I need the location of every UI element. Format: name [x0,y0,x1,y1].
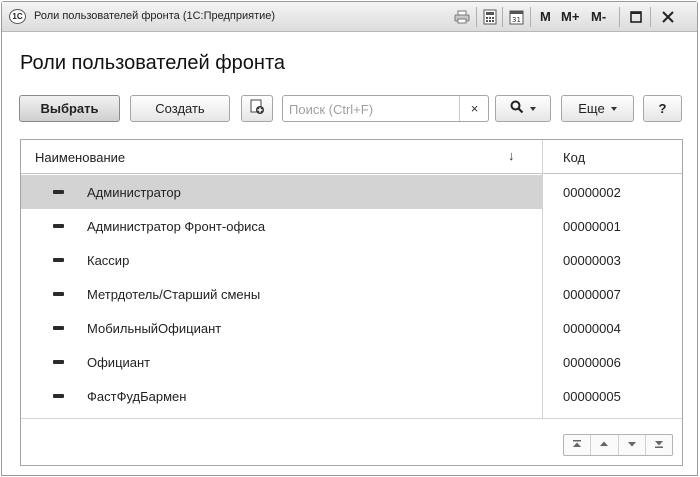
copy-button[interactable] [241,95,273,122]
table-divider [21,418,682,419]
calendar-icon[interactable]: 31 [507,8,525,26]
cell-name: Метрдотель/Старший смены [87,287,261,302]
table-row[interactable]: МобильныйОфициант 00000004 [21,311,682,345]
search-field[interactable]: × [282,95,489,122]
table-row[interactable]: Кассир 00000003 [21,243,682,277]
cell-code: 00000004 [563,321,621,336]
create-button[interactable]: Создать [130,95,230,122]
table-row[interactable]: Администратор Фронт-офиса 00000001 [21,209,682,243]
toolbar-separator [476,7,477,27]
cell-name: Официант [87,355,151,370]
table-row[interactable]: ФастФудБармен 00000005 [21,379,682,413]
app-window: 1С Роли пользователей фронта (1С:Предпри… [1,1,698,476]
toolbar-separator [502,7,503,27]
cell-code: 00000005 [563,389,621,404]
nav-up-icon [599,436,609,454]
calculator-icon[interactable] [481,8,499,26]
restore-window-icon[interactable] [627,8,645,26]
title-bar: 1С Роли пользователей фронта (1С:Предпри… [2,2,697,32]
sort-down-icon: ↓ [508,148,515,163]
cell-code: 00000002 [543,175,682,209]
catalog-item-icon [53,326,64,330]
cell-name: Администратор Фронт-офиса [87,219,266,234]
nav-down-icon [627,436,637,454]
help-button[interactable]: ? [643,95,682,122]
window-title: Роли пользователей фронта (1С:Предприяти… [34,10,276,22]
nav-first-button[interactable] [564,435,592,455]
memory-minus-button[interactable]: M- [591,9,606,24]
search-input[interactable] [289,100,449,118]
catalog-item-icon [53,190,64,194]
search-icon [510,100,524,117]
cell-code: 00000006 [563,355,621,370]
nav-last-icon [654,436,664,454]
memory-plus-button[interactable]: M+ [561,9,579,24]
search-options-button[interactable] [495,95,551,122]
more-label: Еще [578,101,605,116]
cell-name: ФастФудБармен [87,389,187,404]
cell-code: 00000007 [563,287,621,302]
cell-name: МобильныйОфициант [87,321,222,336]
search-clear-button[interactable]: × [459,96,489,121]
svg-text:31: 31 [512,16,521,24]
table-row[interactable]: Администратор 00000002 [21,175,682,209]
table-navigation [563,434,673,456]
page-title: Роли пользователей фронта [20,52,286,74]
toolbar-separator [530,7,531,27]
nav-down-button[interactable] [619,435,646,455]
catalog-item-icon [53,292,64,296]
cell-code: 00000001 [563,219,621,234]
toolbar-separator [650,7,651,27]
more-button[interactable]: Еще [561,95,634,122]
table-row[interactable]: Метрдотель/Старший смены 00000007 [21,277,682,311]
toolbar-separator [619,7,620,27]
cell-code: 00000003 [563,253,621,268]
app-logo-icon: 1С [9,9,26,24]
column-header-code[interactable]: Код [563,150,585,165]
table-header: Наименование ↓ Код [21,140,682,174]
cell-name: Администратор [87,185,181,200]
chevron-down-icon [610,106,617,111]
catalog-item-icon [53,394,64,398]
catalog-item-icon [53,224,64,228]
catalog-item-icon [53,258,64,262]
nav-last-button[interactable] [646,435,672,455]
print-icon[interactable] [453,8,471,26]
nav-up-button[interactable] [591,435,619,455]
cell-name: Кассир [87,253,130,268]
roles-table[interactable]: Наименование ↓ Код Администратор 0000000… [20,139,683,466]
chevron-down-icon [530,106,536,111]
select-button[interactable]: Выбрать [19,95,120,122]
memory-m-button[interactable]: M [540,9,551,24]
column-header-name[interactable]: Наименование [35,150,125,165]
close-icon[interactable] [659,8,677,26]
catalog-item-icon [53,360,64,364]
table-row[interactable]: Официант 00000006 [21,345,682,379]
copy-icon [249,99,265,118]
nav-first-icon [572,436,582,454]
